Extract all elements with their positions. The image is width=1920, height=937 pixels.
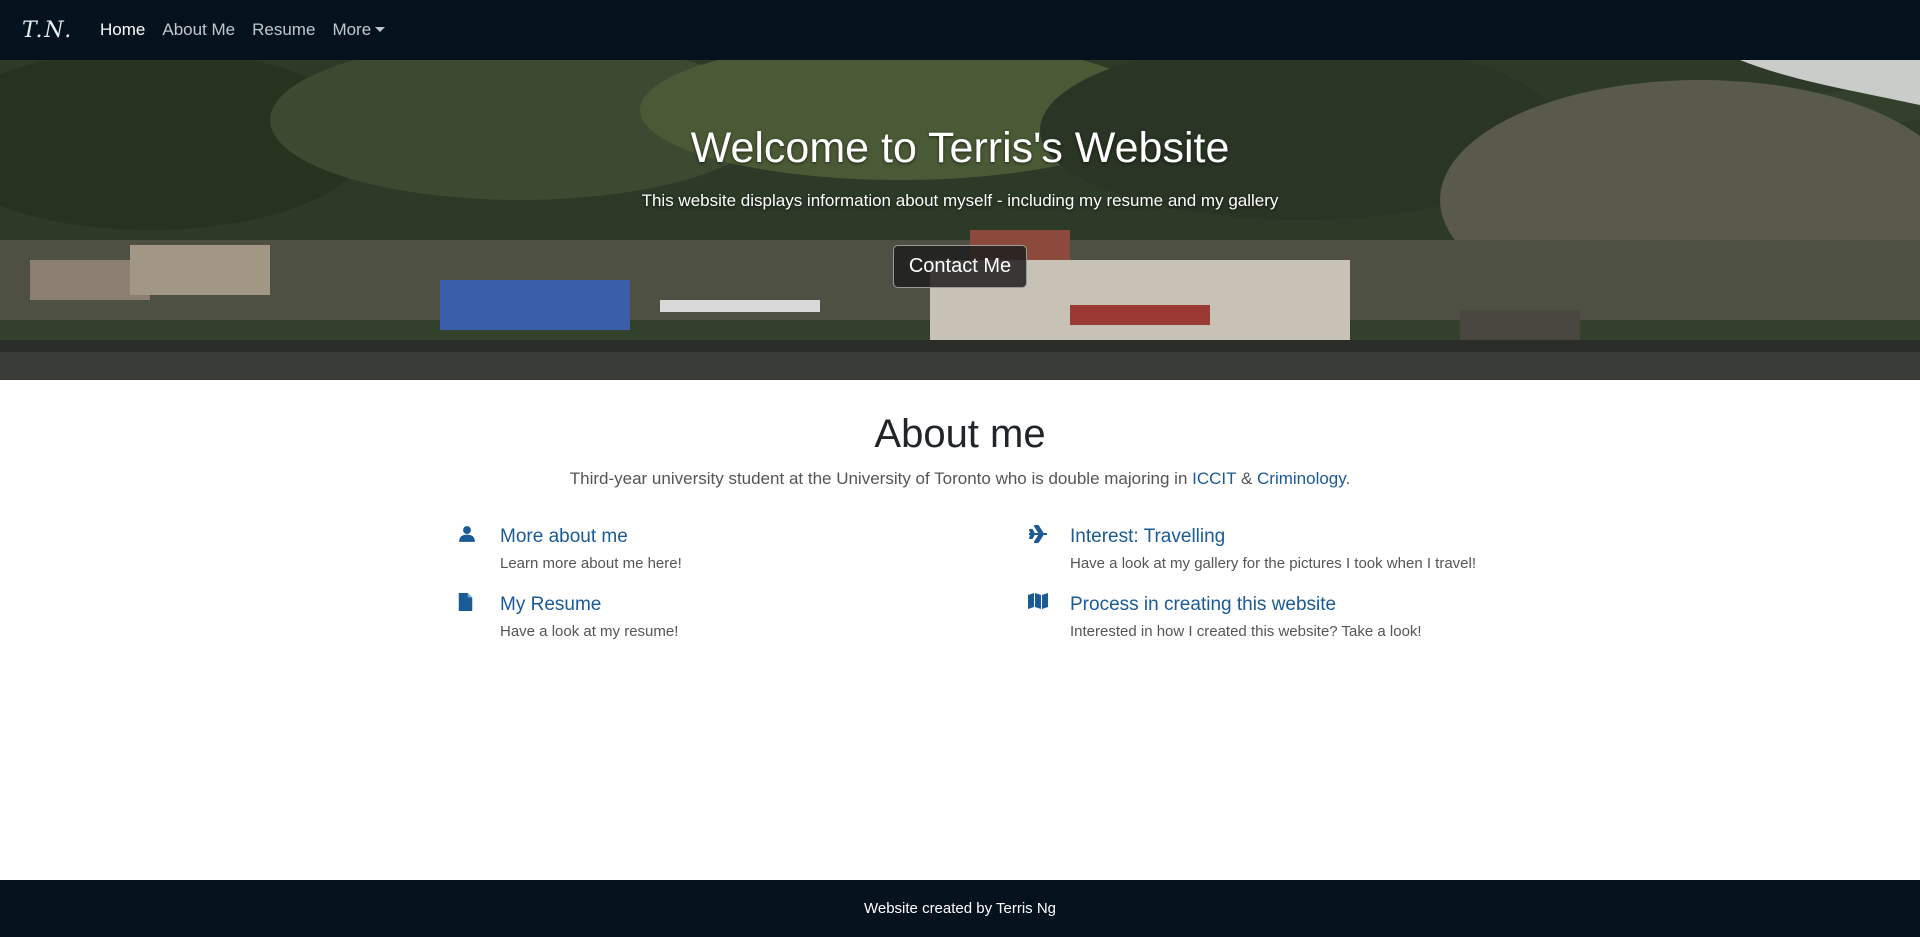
feature-description: Interested in how I created this website… [1070,623,1422,640]
footer: Website created by Terris Ng [0,880,1920,937]
feature-description: Have a look at my resume! [500,623,679,640]
feature-my-resume: My Resume Have a look at my resume! [450,593,678,641]
feature-process-website: Process in creating this website Interes… [1020,593,1422,641]
feature-title[interactable]: More about me [500,525,682,549]
about-title: About me [874,412,1046,456]
contact-me-button[interactable]: Contact Me [892,245,1028,288]
nav-link-about-me[interactable]: About Me [162,20,235,40]
nav-dropdown-more[interactable]: More [332,20,386,40]
map-icon [1020,593,1070,617]
hero-content: Welcome to Terris's Website This website… [0,60,1920,288]
criminology-link[interactable]: Criminology [1257,469,1346,488]
nav-dropdown-more-label: More [332,20,372,39]
feature-more-about-me: More about me Learn more about me here! [450,525,682,573]
caret-down-icon [375,27,386,32]
user-icon [450,525,500,549]
feature-description: Have a look at my gallery for the pictur… [1070,555,1477,572]
hero-banner: Welcome to Terris's Website This website… [0,60,1920,380]
nav-link-home[interactable]: Home [100,20,145,40]
about-desc-text-2: & [1236,469,1258,488]
about-description: Third-year university student at the Uni… [0,469,1920,489]
feature-interest-travelling: Interest: Travelling Have a look at my g… [1020,525,1476,573]
footer-credit: Website created by Terris Ng [863,900,1057,917]
top-navbar: T.N. Home About Me Resume More [0,0,1920,60]
about-desc-text-1: Third-year university student at the Uni… [569,469,1193,488]
nav-link-resume[interactable]: Resume [252,20,315,40]
feature-title[interactable]: My Resume [500,593,678,617]
plane-icon [1020,525,1070,549]
feature-title[interactable]: Interest: Travelling [1070,525,1476,549]
about-desc-text-3: . [1345,469,1351,488]
brand-logo[interactable]: T.N. [22,18,78,43]
nav-links: Home About Me Resume More [100,20,402,40]
iccit-link[interactable]: ICCIT [1192,469,1236,488]
hero-subtitle: This website displays information about … [641,191,1279,210]
feature-description: Learn more about me here! [500,555,682,572]
feature-title[interactable]: Process in creating this website [1070,593,1422,617]
document-icon [450,593,500,617]
hero-title: Welcome to Terris's Website [690,124,1230,172]
